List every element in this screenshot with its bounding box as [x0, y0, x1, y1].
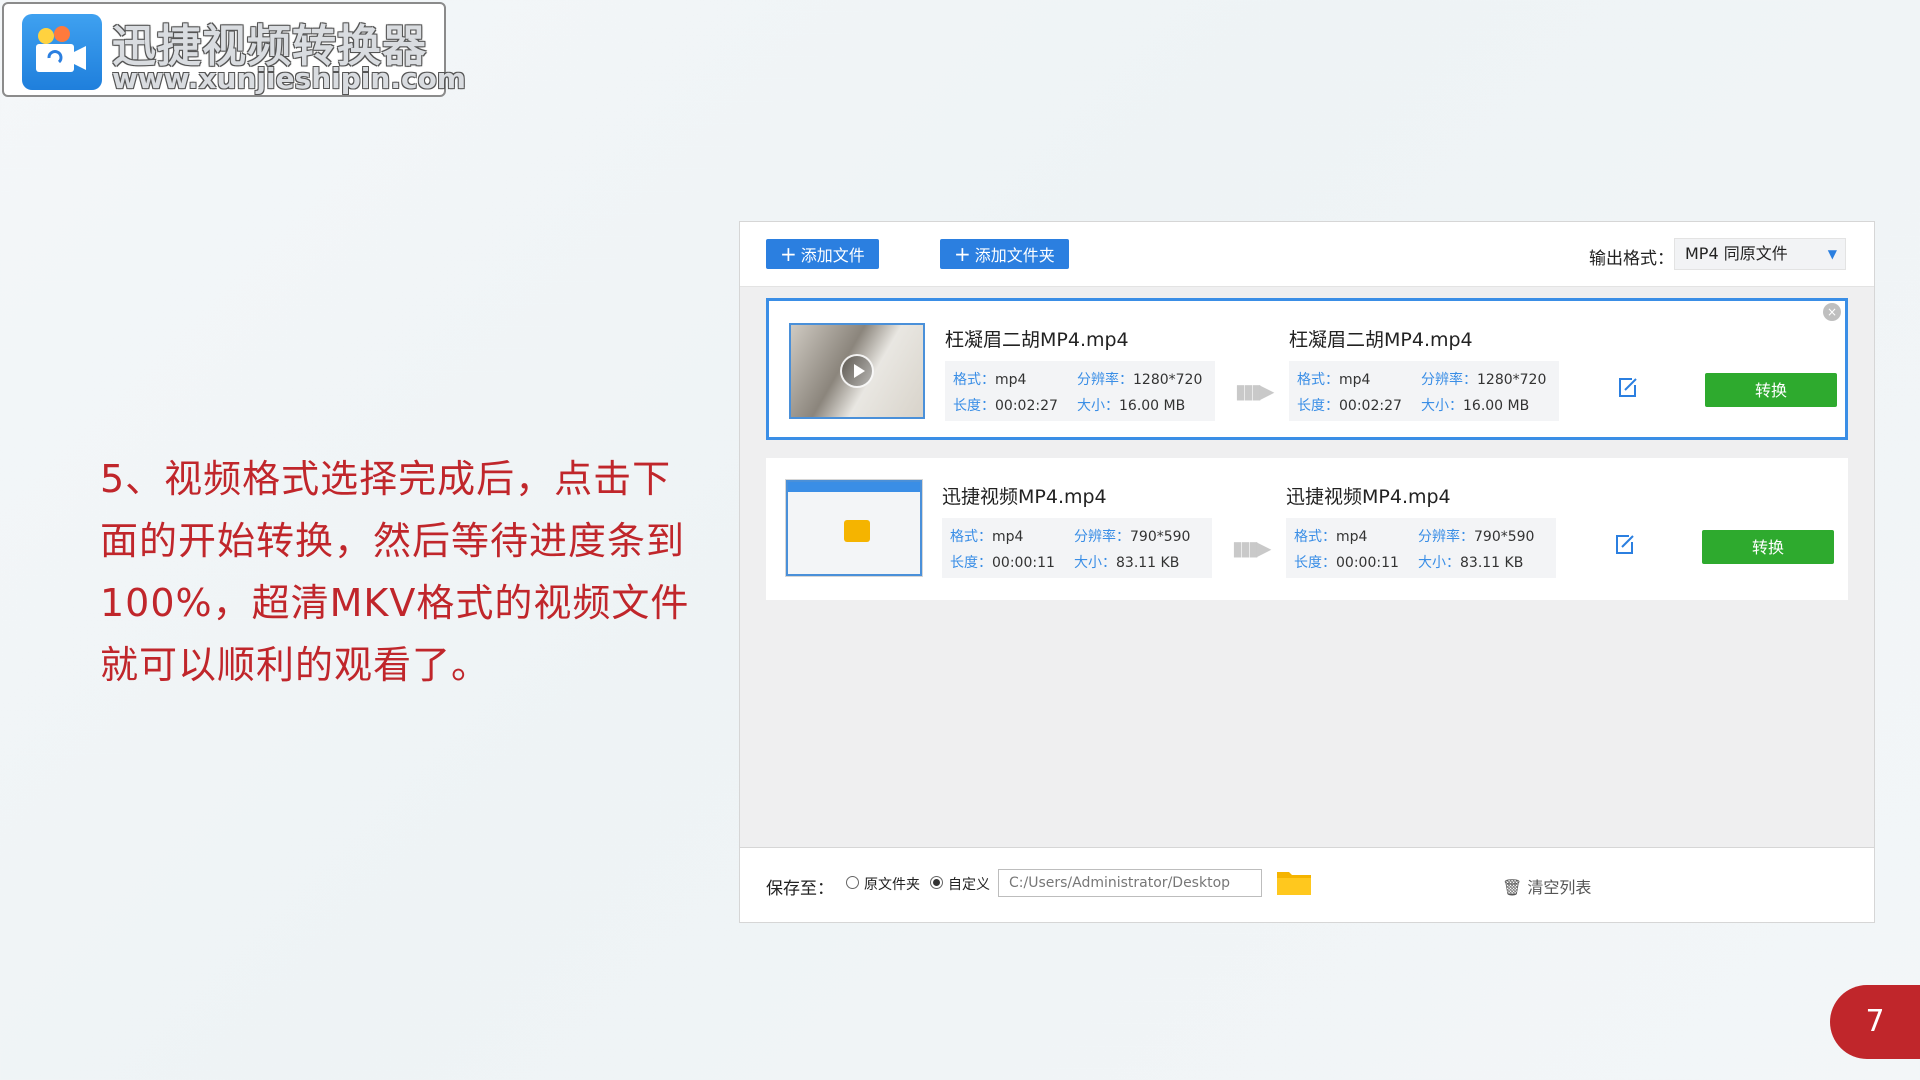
converter-window: + 添加文件 + 添加文件夹 输出格式： MP4 同原文件 ▼ × 枉凝眉二胡MP4… [740, 222, 1874, 922]
app-thumbnail [786, 480, 922, 576]
arrow-right-icon: ▮▮▮▶ [1235, 379, 1274, 403]
duration-label: 长度： [950, 555, 992, 571]
duration-value: 00:00:11 [992, 555, 1055, 571]
size-value: 83.11 KB [1116, 555, 1180, 571]
custom-label: 自定义 [948, 877, 990, 893]
page-number: 7 [1830, 985, 1920, 1059]
duration-value: 00:02:27 [995, 398, 1058, 414]
add-folder-label: 添加文件夹 [974, 246, 1055, 265]
source-file-name: 迅捷视频MP4.mp4 [942, 486, 1107, 508]
format-value: mp4 [992, 529, 1024, 545]
resolution-label: 分辨率： [1421, 372, 1477, 388]
arrow-right-icon: ▮▮▮▶ [1232, 536, 1271, 560]
resolution-label: 分辨率： [1077, 372, 1133, 388]
bottom-bar: 保存至： 原文件夹 自定义 🗑 清空列表 [740, 847, 1874, 922]
format-value: mp4 [1339, 372, 1371, 388]
duration-label: 长度： [953, 398, 995, 414]
file-row[interactable]: 迅捷视频MP4.mp4 格式：mp4 分辨率：790*590 长度：00:00:… [766, 458, 1848, 600]
brand-logo: 迅捷视频转换器 www.xunjieshipin.com [2, 2, 466, 97]
close-icon[interactable]: × [1823, 303, 1841, 321]
output-meta: 格式：mp4 分辨率：790*590 长度：00:00:11 大小：83.11 … [1286, 518, 1556, 578]
camera-icon [22, 14, 102, 90]
add-folder-button[interactable]: + 添加文件夹 [940, 239, 1069, 269]
format-value: mp4 [1336, 529, 1368, 545]
size-label: 大小： [1418, 555, 1460, 571]
duration-label: 长度： [1297, 398, 1339, 414]
format-value: mp4 [995, 372, 1027, 388]
output-file-name: 迅捷视频MP4.mp4 [1286, 486, 1451, 508]
size-label: 大小： [1077, 398, 1119, 414]
edit-icon[interactable] [1617, 377, 1639, 399]
watermark-blur [1636, 848, 1846, 918]
save-to-label: 保存至： [766, 879, 834, 899]
plus-icon: + [954, 242, 971, 266]
resolution-value: 790*590 [1130, 529, 1191, 545]
toolbar: + 添加文件 + 添加文件夹 输出格式： MP4 同原文件 ▼ [740, 222, 1874, 287]
video-thumbnail [789, 323, 925, 419]
caret-down-icon: ▼ [1827, 247, 1837, 261]
add-file-button[interactable]: + 添加文件 [766, 239, 879, 269]
folder-icon[interactable] [1276, 868, 1312, 896]
duration-label: 长度： [1294, 555, 1336, 571]
file-row[interactable]: × 枉凝眉二胡MP4.mp4 格式：mp4 分辨率：1280*720 长度：00… [766, 298, 1848, 440]
add-file-label: 添加文件 [800, 246, 865, 265]
source-meta: 格式：mp4 分辨率：790*590 长度：00:00:11 大小：83.11 … [942, 518, 1212, 578]
clear-list-button[interactable]: 🗑 清空列表 [1502, 874, 1591, 898]
plus-icon: + [780, 242, 797, 266]
duration-value: 00:00:11 [1336, 555, 1399, 571]
original-folder-label: 原文件夹 [864, 877, 920, 893]
output-meta: 格式：mp4 分辨率：1280*720 长度：00:02:27 大小：16.00… [1289, 361, 1559, 421]
output-file-name: 枉凝眉二胡MP4.mp4 [1289, 329, 1473, 351]
output-format-value: MP4 同原文件 [1685, 244, 1788, 263]
clear-list-label: 清空列表 [1527, 878, 1592, 897]
format-label: 格式： [1297, 372, 1339, 388]
convert-button[interactable]: 转换 [1702, 530, 1834, 564]
size-value: 83.11 KB [1460, 555, 1524, 571]
logo-url: www.xunjieshipin.com [112, 62, 466, 95]
trash-icon: 🗑 [1502, 878, 1523, 897]
source-file-name: 枉凝眉二胡MP4.mp4 [945, 329, 1129, 351]
radio-custom[interactable] [930, 876, 943, 889]
save-path-input[interactable] [998, 869, 1262, 897]
instruction-text: 5、视频格式选择完成后，点击下面的开始转换，然后等待进度条到100%，超清MKV… [100, 457, 690, 687]
size-label: 大小： [1421, 398, 1463, 414]
resolution-value: 790*590 [1474, 529, 1535, 545]
duration-value: 00:02:27 [1339, 398, 1402, 414]
resolution-label: 分辨率： [1418, 529, 1474, 545]
resolution-label: 分辨率： [1074, 529, 1130, 545]
folder-icon [844, 520, 870, 542]
source-meta: 格式：mp4 分辨率：1280*720 长度：00:02:27 大小：16.00… [945, 361, 1215, 421]
output-format-select[interactable]: MP4 同原文件 ▼ [1674, 238, 1846, 270]
size-value: 16.00 MB [1119, 398, 1186, 414]
size-label: 大小： [1074, 555, 1116, 571]
radio-original-folder[interactable] [846, 876, 859, 889]
size-value: 16.00 MB [1463, 398, 1530, 414]
resolution-value: 1280*720 [1133, 372, 1203, 388]
edit-icon[interactable] [1614, 534, 1636, 556]
output-format-label: 输出格式： [1589, 249, 1674, 269]
format-label: 格式： [953, 372, 995, 388]
play-icon[interactable] [840, 354, 874, 388]
title-bar [788, 482, 920, 492]
format-label: 格式： [950, 529, 992, 545]
resolution-value: 1280*720 [1477, 372, 1547, 388]
convert-button[interactable]: 转换 [1705, 373, 1837, 407]
format-label: 格式： [1294, 529, 1336, 545]
